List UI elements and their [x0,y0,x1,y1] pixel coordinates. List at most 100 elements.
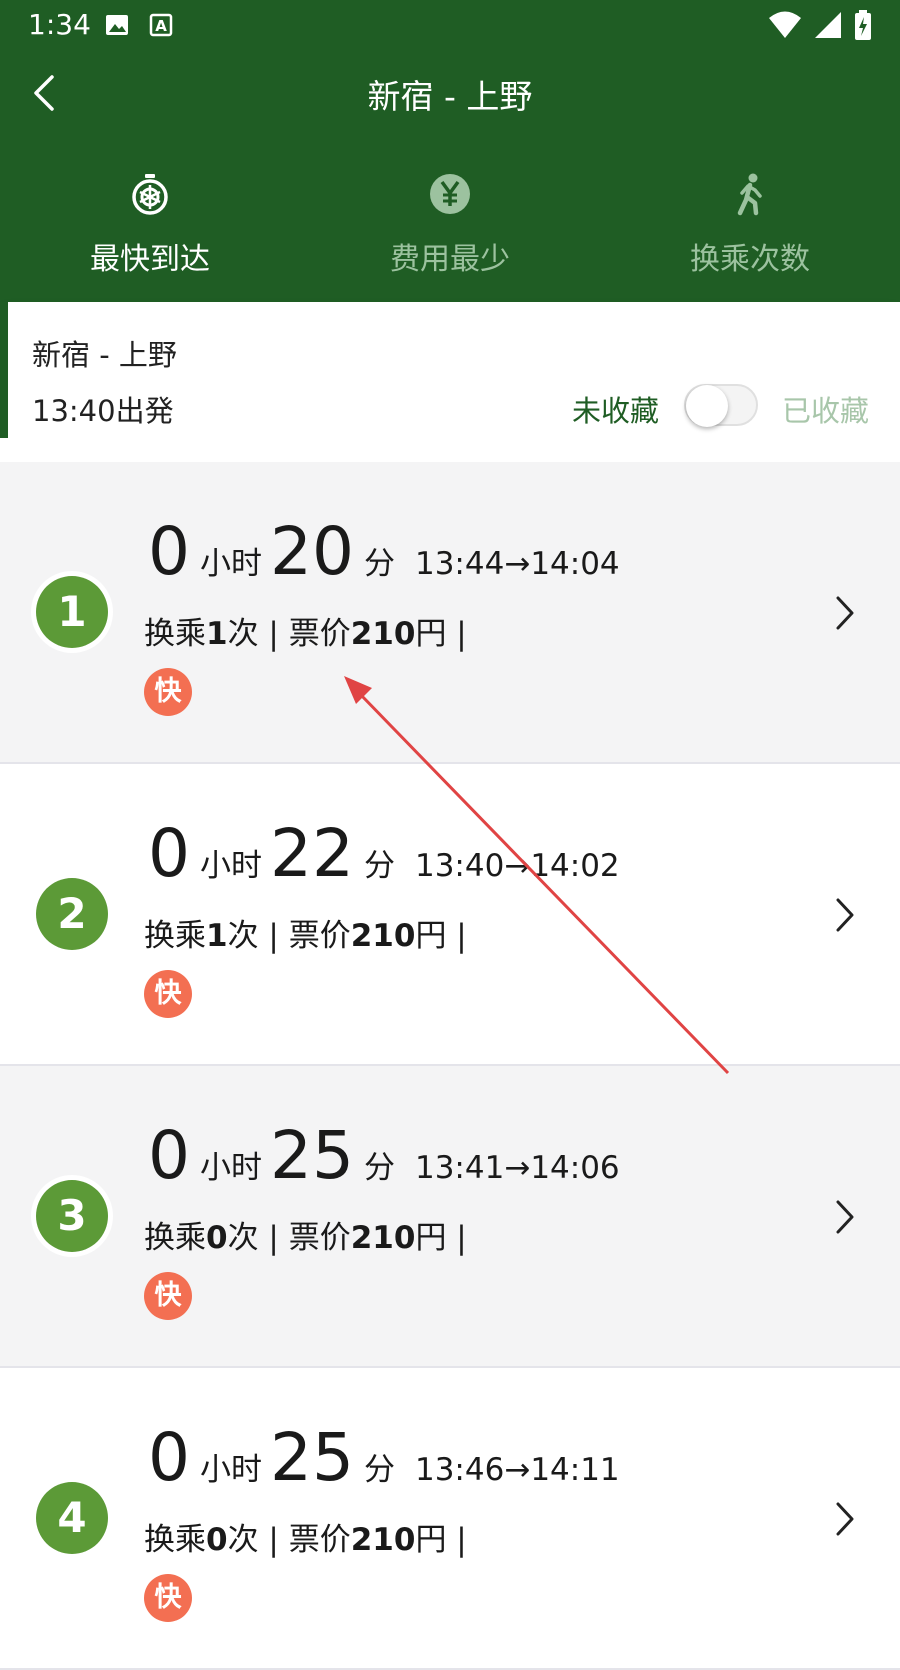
fare-amount: 210 [350,1220,416,1256]
route-item-1[interactable]: 1 0 小时 20 分 13:44→14:04 换乘1次 | 票价210円 | … [0,462,900,764]
route-details: 换乘1次 | 票价210円 | [144,616,467,652]
arrive-time: 14:02 [530,848,620,884]
accent-bar [0,302,8,438]
time-range: 13:41→14:06 [414,1150,620,1186]
transfer-suffix: 次 [227,1522,259,1558]
duration-minutes: 20 [270,513,354,590]
minute-unit: 分 [363,1150,395,1186]
chevron-right-icon [836,898,854,932]
route-summary: 新宿 - 上野 13:40出発 未收藏 已收藏 [0,302,900,462]
time-range: 13:40→14:02 [414,848,620,884]
hour-unit: 小时 [200,546,262,582]
transfer-suffix: 次 [227,616,259,652]
minute-unit: 分 [363,848,395,884]
chevron-right-icon [836,1200,854,1234]
transfer-label: 换乘 [144,918,206,954]
chevron-right-icon [836,1502,854,1536]
not-favorited-label: 未收藏 [572,394,660,428]
transfer-count: 1 [206,918,228,954]
fare-label: 票价 [288,918,351,954]
fare-amount: 210 [350,1522,416,1558]
duration: 0 小时 25 分 13:41→14:06 [148,1116,620,1196]
time-range: 13:46→14:11 [414,1452,620,1488]
rank-badge: 2 [36,878,108,950]
tab-cheapest[interactable]: 费用最少 [300,160,600,290]
status-icons [768,10,872,40]
route-item-3[interactable]: 3 0 小时 25 分 13:41→14:06 换乘0次 | 票价210円 | … [0,1066,900,1368]
fare-currency: 円 [415,1522,447,1558]
fare-label: 票价 [288,616,351,652]
fare-currency: 円 [415,616,447,652]
wifi-icon [769,11,801,38]
fare-label: 票价 [288,1220,351,1256]
favorite-toggle[interactable] [684,384,758,427]
transfer-count: 0 [206,1220,228,1256]
duration: 0 小时 25 分 13:46→14:11 [148,1418,620,1498]
time-range: 13:44→14:04 [414,546,620,582]
arrive-time: 14:06 [530,1150,620,1186]
fast-tag: 快 [144,1272,192,1320]
battery-charging-icon [855,10,871,40]
duration-minutes: 22 [270,815,354,892]
fare-currency: 円 [415,918,447,954]
fast-tag: 快 [144,668,192,716]
status-time: 1:34 [28,8,91,41]
tab-transfers[interactable]: 换乘次数 [600,160,900,290]
duration-hours: 0 [148,815,190,892]
svg-text:A: A [155,17,167,35]
depart-time: 13:41 [414,1150,505,1186]
walking-person-icon [737,173,762,216]
transfer-suffix: 次 [227,918,259,954]
chevron-right-icon [836,596,854,630]
hour-unit: 小时 [200,1150,262,1186]
depart-time: 13:46 [414,1452,505,1488]
toggle-knob [686,385,728,427]
rank-badge: 3 [36,1180,108,1252]
cellular-signal-icon [815,12,841,38]
image-notification-icon [106,15,128,35]
favorited-label: 已收藏 [782,394,870,428]
transfer-count: 1 [206,616,228,652]
stopwatch-icon [132,174,168,215]
rank-badge: 1 [36,576,108,648]
duration: 0 小时 22 分 13:40→14:02 [148,814,620,894]
hour-unit: 小时 [200,848,262,884]
minute-unit: 分 [363,1452,395,1488]
app-bar: 1:34 A 新宿 - 上野 最快到达 费用最少 换乘次数 [0,0,900,302]
duration-minutes: 25 [270,1419,354,1496]
departure-time: 13:40出発 [32,394,174,428]
fare-amount: 210 [350,616,416,652]
page-title: 新宿 - 上野 [367,77,533,116]
rank-badge: 4 [36,1482,108,1554]
arrive-time: 14:04 [530,546,620,582]
route-details: 换乘1次 | 票价210円 | [144,918,467,954]
yen-coin-icon [430,174,470,214]
depart-time: 13:40 [414,848,505,884]
fast-tag: 快 [144,970,192,1018]
hour-unit: 小时 [200,1452,262,1488]
minute-unit: 分 [363,546,395,582]
tab-label: 换乘次数 [690,242,810,277]
fare-label: 票价 [288,1522,351,1558]
duration-minutes: 25 [270,1117,354,1194]
route-details: 换乘0次 | 票价210円 | [144,1220,467,1256]
arrive-time: 14:11 [530,1452,620,1488]
transfer-count: 0 [206,1522,228,1558]
status-bar: 1:34 A [0,0,900,50]
route-name: 新宿 - 上野 [32,338,177,372]
fare-currency: 円 [415,1220,447,1256]
transfer-label: 换乘 [144,616,206,652]
transfer-suffix: 次 [227,1220,259,1256]
duration-hours: 0 [148,513,190,590]
route-item-2[interactable]: 2 0 小时 22 分 13:40→14:02 换乘1次 | 票价210円 | … [0,764,900,1066]
fast-tag: 快 [144,1574,192,1622]
depart-time: 13:44 [414,546,505,582]
duration-hours: 0 [148,1117,190,1194]
tab-fastest[interactable]: 最快到达 [0,160,300,290]
tab-label: 最快到达 [90,242,210,277]
text-notification-icon: A [149,13,173,37]
route-item-4[interactable]: 4 0 小时 25 分 13:46→14:11 换乘0次 | 票价210円 | … [0,1368,900,1670]
route-list: 1 0 小时 20 分 13:44→14:04 换乘1次 | 票价210円 | … [0,462,900,1670]
route-details: 换乘0次 | 票价210円 | [144,1522,467,1558]
duration-hours: 0 [148,1419,190,1496]
